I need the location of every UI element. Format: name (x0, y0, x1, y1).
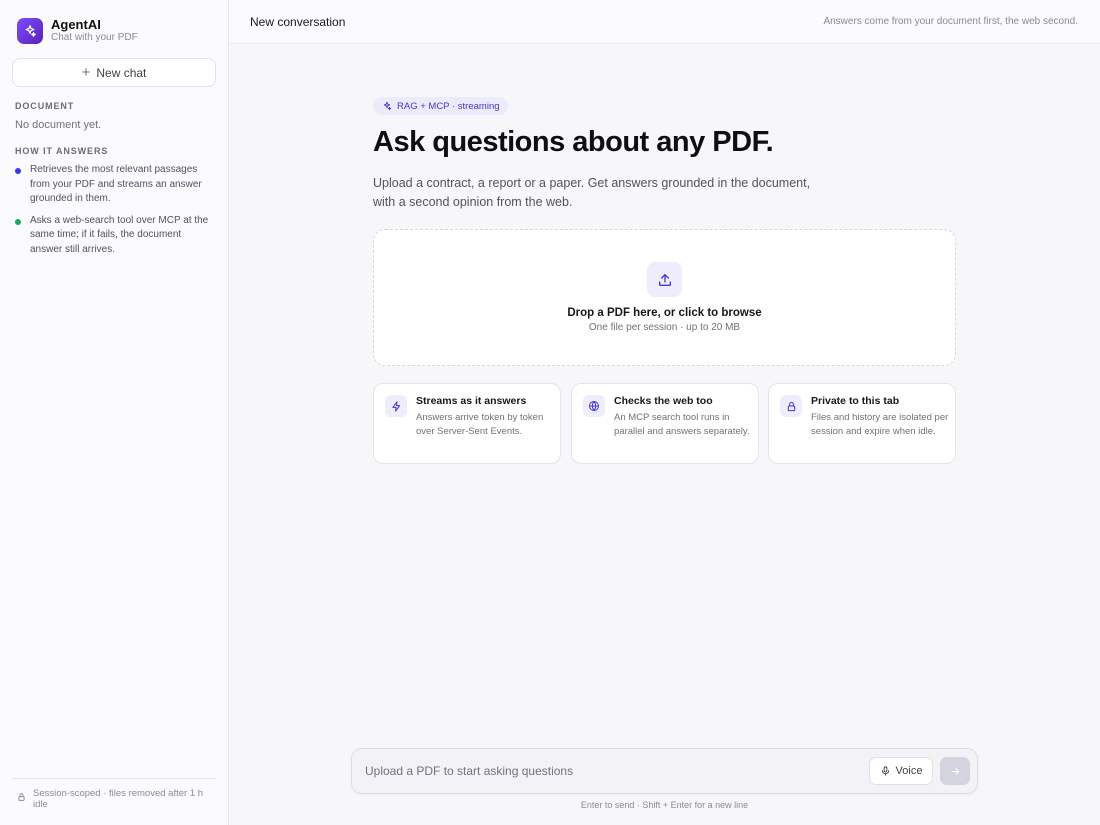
lightning-icon (385, 395, 407, 417)
new-chat-button[interactable]: + New chat (12, 58, 216, 87)
feature-badge: RAG + MCP · streaming (373, 97, 508, 115)
arrow-right-icon (950, 766, 961, 777)
feature-card-web: Checks the web too An MCP search tool ru… (571, 383, 759, 464)
how-it-answers-heading: HOW IT ANSWERS (15, 146, 109, 156)
sidebar: AgentAI Chat with your PDF + New chat DO… (0, 0, 229, 825)
conversation-title: New conversation (250, 15, 346, 29)
how-item-text: Asks a web-search tool over MCP at the s… (30, 214, 209, 255)
message-input[interactable] (353, 750, 863, 792)
new-chat-label: New chat (96, 65, 147, 80)
brand-subtitle: Chat with your PDF (51, 32, 138, 43)
feature-card-title: Checks the web too (614, 395, 713, 407)
no-document-text: No document yet. (15, 119, 102, 131)
document-heading: DOCUMENT (15, 101, 75, 111)
message-composer: Voice (351, 748, 978, 794)
brand[interactable]: AgentAI Chat with your PDF (17, 17, 138, 44)
list-item: Asks a web-search tool over MCP at the s… (15, 214, 215, 258)
topbar-note: Answers come from your document first, t… (823, 16, 1078, 27)
sparkle-icon (382, 101, 392, 111)
lock-icon (17, 789, 26, 807)
feature-badge-label: RAG + MCP · streaming (397, 100, 500, 112)
list-item: Retrieves the most relevant passages fro… (15, 163, 215, 207)
feature-card-description: Answers arrive token by token over Serve… (416, 412, 544, 437)
sparkle-logo-icon (17, 17, 43, 44)
page-title: Ask questions about any PDF. (373, 126, 774, 158)
how-it-answers-list: Retrieves the most relevant passages fro… (15, 163, 215, 264)
feature-card-title: Streams as it answers (416, 395, 527, 407)
feature-card-private: Private to this tab Files and history ar… (768, 383, 956, 464)
keyboard-hint: Enter to send · Shift + Enter for a new … (580, 800, 749, 810)
feature-card-title: Private to this tab (811, 395, 900, 407)
send-button[interactable] (940, 757, 970, 785)
microphone-icon (880, 765, 891, 777)
voice-button[interactable]: Voice (869, 757, 933, 785)
status-dot (15, 168, 21, 174)
pdf-dropzone[interactable]: Drop a PDF here, or click to browse One … (373, 229, 956, 366)
page-description: Upload a contract, a report or a paper. … (373, 176, 811, 209)
feature-card-description: An MCP search tool runs in parallel and … (614, 412, 750, 437)
globe-icon (583, 395, 605, 417)
feature-card-streaming: Streams as it answers Answers arrive tok… (373, 383, 561, 464)
lock-icon (780, 395, 802, 417)
dropzone-title: Drop a PDF here, or click to browse (567, 307, 762, 319)
how-item-text: Retrieves the most relevant passages fro… (30, 164, 202, 204)
upload-icon (647, 262, 682, 297)
session-notice: Session-scoped · files removed after 1 h… (12, 778, 216, 810)
topbar: New conversation Answers come from your … (229, 0, 1100, 44)
session-notice-text: Session-scoped · files removed after 1 h… (33, 788, 204, 810)
brand-name: AgentAI (51, 17, 101, 32)
dropzone-subtitle: One file per session · up to 20 MB (588, 322, 741, 333)
plus-icon: + (81, 64, 91, 81)
voice-button-label: Voice (895, 765, 923, 777)
feature-card-description: Files and history are isolated per sessi… (811, 412, 949, 437)
status-dot (15, 218, 21, 225)
